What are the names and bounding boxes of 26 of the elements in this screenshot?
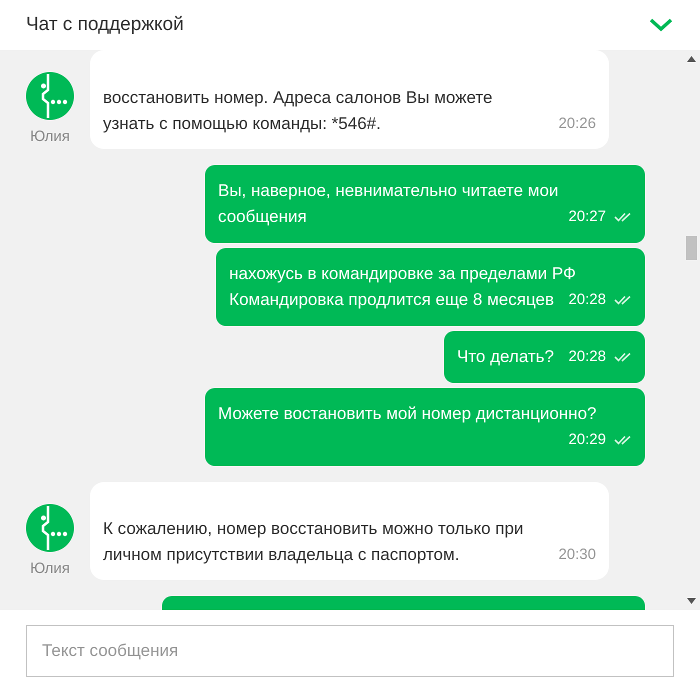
- outgoing-message: Что делать? 20:28: [444, 330, 645, 382]
- avatar-icon: [26, 72, 74, 120]
- chat-title: Чат с поддержкой: [26, 12, 184, 37]
- scroll-up-icon[interactable]: [687, 56, 696, 62]
- double-check-icon: [614, 294, 632, 304]
- scroll-down-icon[interactable]: [687, 598, 696, 604]
- incoming-message: К сожалению, номер восстановить можно только при личном присутствии владельца с паспортом. 20:30: [90, 482, 609, 580]
- outgoing-message: Можете востановить мой номер дистанционно? 20:29: [205, 388, 645, 466]
- scrollbar-thumb[interactable]: [686, 236, 697, 260]
- message-time: 20:27: [568, 206, 606, 226]
- outgoing-message: нахожусь в командировке за пределами РФ Командировка продлится еще 8 месяцев 20:28: [216, 248, 645, 326]
- double-check-icon: [614, 434, 632, 444]
- message-time: 20:28: [568, 346, 606, 366]
- double-check-icon: [614, 352, 632, 362]
- outgoing-message: Вы, наверное, невнимательно читаете мои сообщения 20:27: [205, 164, 645, 242]
- author-name: Юлия: [30, 127, 70, 147]
- incoming-message: восстановить номер. Адреса салонов Вы можете узнать с помощью команды: *546#. 20:26: [90, 50, 609, 148]
- message-time: 20:30: [558, 545, 596, 565]
- author-name: Юлия: [30, 558, 70, 578]
- double-check-icon: [614, 212, 632, 222]
- message-time: 20:28: [568, 290, 606, 310]
- collapse-chevron-icon[interactable]: [648, 17, 674, 33]
- avatar-icon: [26, 504, 74, 552]
- message-input[interactable]: Текст сообщения: [26, 625, 674, 677]
- message-time: 20:29: [568, 430, 606, 450]
- message-time: 20:26: [558, 114, 596, 134]
